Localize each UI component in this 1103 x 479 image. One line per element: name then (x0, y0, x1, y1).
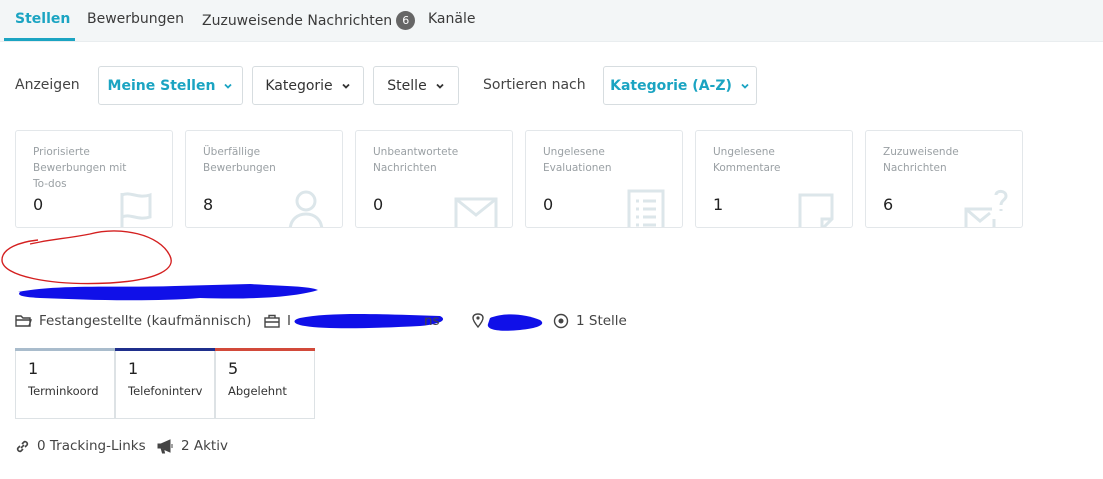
job-dropdown[interactable]: Stelle (373, 66, 459, 105)
scribble-department (294, 314, 444, 329)
stat-card-overdue[interactable]: Überfällige Bewerbungen 8 (185, 130, 343, 228)
envelope-icon (454, 197, 498, 227)
card-value: 6 (883, 195, 894, 214)
list-icon (627, 189, 665, 227)
stat-card-to-assign[interactable]: Zuzuweisende Nachrichten 6 (865, 130, 1023, 228)
map-pin-icon (472, 313, 484, 328)
stage-count: 1 (128, 359, 139, 378)
card-value: 1 (713, 195, 724, 214)
tab-kanaele[interactable]: Kanäle (428, 11, 475, 27)
link-icon (16, 440, 29, 452)
department-suffix-wrap: ns (424, 313, 440, 329)
envelope-question-icon (964, 189, 1008, 227)
target-icon (553, 313, 569, 329)
employment-type: Festangestellte (kaufmännisch) (15, 313, 251, 329)
chevron-down-icon (342, 83, 350, 89)
tracking-links[interactable]: 0 Tracking-Links (15, 438, 146, 454)
stat-card-comments[interactable]: Ungelesene Kommentare 1 (695, 130, 853, 228)
stat-card-unanswered[interactable]: Unbeantwortete Nachrichten 0 (355, 130, 513, 228)
sort-dropdown[interactable]: Kategorie (A-Z) (603, 66, 757, 105)
dropdown-label: Meine Stellen (107, 77, 216, 94)
positions-text: 1 Stelle (576, 313, 627, 329)
stage-count: 1 (28, 359, 39, 378)
chevron-down-icon (224, 83, 233, 89)
card-value: 0 (543, 195, 554, 214)
stage-color-bar (115, 348, 215, 351)
dropdown-label: Stelle (387, 77, 427, 94)
category-dropdown[interactable]: Kategorie (252, 66, 364, 105)
dropdown-label: Kategorie (A-Z) (610, 77, 732, 94)
pipeline-stage-telefoninterv[interactable]: 1 Telefoninterv (115, 348, 215, 419)
briefcase-icon (264, 314, 280, 328)
scribble-location (487, 314, 543, 331)
folder-icon (15, 315, 32, 327)
show-label: Anzeigen (15, 77, 80, 93)
active-campaigns-text: 2 Aktiv (181, 438, 228, 454)
active-tab-indicator (4, 38, 75, 41)
chevron-down-icon (436, 83, 444, 89)
card-title: Priorisierte Bewerbungen mit To-dos (33, 146, 127, 190)
note-icon (798, 193, 834, 227)
card-value: 0 (373, 195, 384, 214)
megaphone-icon (157, 438, 173, 453)
tab-stellen[interactable]: Stellen (15, 11, 70, 27)
card-title: Überfällige Bewerbungen (203, 146, 276, 174)
tab-bewerbungen[interactable]: Bewerbungen (87, 11, 184, 27)
positions: 1 Stelle (553, 313, 627, 329)
card-title: Unbeantwortete Nachrichten (373, 146, 459, 174)
red-circle-mark (1, 230, 172, 285)
my-jobs-dropdown[interactable]: Meine Stellen (98, 66, 243, 105)
pipeline-stage-abgelehnt[interactable]: 5 Abgelehnt (215, 348, 315, 419)
sort-label: Sortieren nach (483, 77, 586, 93)
stage-color-bar (15, 348, 115, 351)
tab-zuzuweisende-nachrichten[interactable]: Zuzuweisende Nachrichten 6 (202, 11, 416, 30)
user-icon (288, 190, 324, 227)
stat-card-evaluations[interactable]: Ungelesene Evaluationen 0 (525, 130, 683, 228)
stage-label: Terminkoord (28, 384, 99, 398)
card-value: 0 (33, 195, 44, 214)
location (472, 313, 491, 328)
stage-count: 5 (228, 359, 239, 378)
chevron-down-icon (741, 83, 749, 89)
stage-label: Telefoninterv (128, 384, 203, 398)
card-title: Ungelesene Kommentare (713, 146, 781, 174)
department: I (264, 313, 291, 329)
stage-label: Abgelehnt (228, 384, 287, 398)
stage-color-bar (215, 348, 315, 351)
tracking-links-text: 0 Tracking-Links (37, 438, 146, 454)
card-value: 8 (203, 195, 214, 214)
count-badge: 6 (396, 11, 416, 30)
active-campaigns[interactable]: 2 Aktiv (157, 438, 228, 454)
tab-label: Zuzuweisende Nachrichten (202, 13, 393, 29)
card-title: Ungelesene Evaluationen (543, 146, 612, 174)
scribble-title (18, 284, 318, 301)
stat-card-prioritized[interactable]: Priorisierte Bewerbungen mit To-dos 0 (15, 130, 173, 228)
flag-icon (120, 192, 152, 227)
department-prefix: I (287, 313, 291, 329)
tab-bar: Stellen Bewerbungen Zuzuweisende Nachric… (0, 0, 1103, 42)
employment-type-text: Festangestellte (kaufmännisch) (39, 313, 252, 329)
department-suffix: ns (424, 313, 440, 329)
card-title: Zuzuweisende Nachrichten (883, 146, 959, 174)
pipeline-stage-terminkoord[interactable]: 1 Terminkoord (15, 348, 115, 419)
dropdown-label: Kategorie (265, 77, 333, 94)
